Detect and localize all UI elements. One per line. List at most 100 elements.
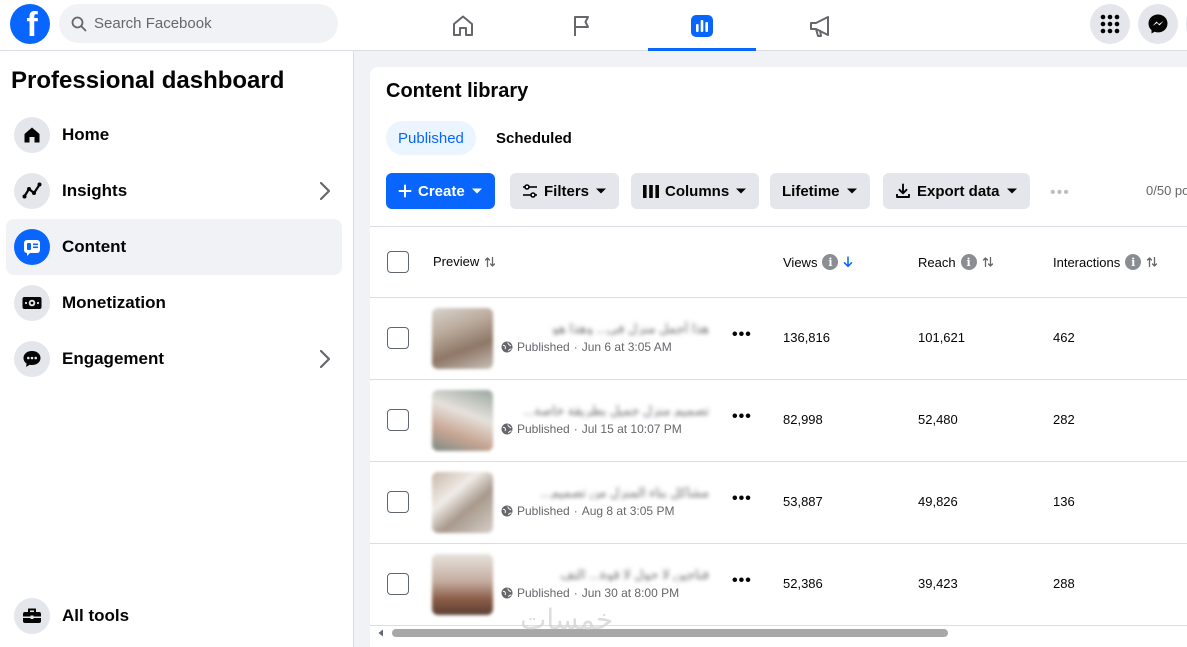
sidebar-title: Professional dashboard (11, 67, 285, 94)
filters-button[interactable]: Filters (510, 173, 620, 209)
info-icon[interactable]: i (960, 254, 977, 270)
post-caption[interactable]: مشاكل بناء المنزل من تصميم... (504, 485, 709, 499)
row-more-button[interactable]: ••• (732, 326, 752, 344)
nav-tab-home[interactable] (409, 0, 517, 51)
sidebar-item-home[interactable]: Home (6, 107, 342, 163)
reach-value: 49,826 (918, 494, 958, 509)
sidebar-item-insights[interactable]: Insights (6, 163, 342, 219)
search-icon (71, 16, 87, 31)
globe-icon (501, 505, 513, 517)
meta-separator: · (573, 340, 578, 354)
nav-tab-pages[interactable] (528, 0, 636, 51)
sidebar-item-label: Engagement (62, 349, 165, 368)
row-checkbox[interactable] (387, 409, 409, 431)
interactions-value: 462 (1053, 330, 1075, 345)
plus-icon (398, 184, 412, 198)
messenger-button[interactable] (1138, 4, 1178, 44)
post-thumbnail[interactable] (432, 390, 493, 451)
post-status: Published (517, 586, 570, 600)
info-icon[interactable]: i (1125, 254, 1142, 270)
reach-value: 52,480 (918, 412, 958, 427)
chevron-right-icon (319, 349, 331, 369)
table-header: Preview Views i Reach i Interactions i (370, 226, 1187, 298)
download-icon (896, 183, 910, 198)
column-label: Views (783, 254, 818, 270)
money-icon (14, 285, 50, 321)
home-icon (14, 117, 50, 153)
views-value: 53,887 (783, 494, 823, 509)
flag-icon (574, 15, 589, 36)
post-thumbnail[interactable] (432, 472, 493, 533)
create-label: Create (418, 182, 465, 200)
sidebar-item-label: Content (62, 237, 127, 256)
tab-published[interactable]: Published (386, 121, 476, 155)
more-options-button[interactable]: ••• (1050, 184, 1070, 202)
create-button[interactable]: Create (386, 173, 495, 209)
sidebar-item-content[interactable]: Content (6, 219, 342, 275)
table-row[interactable]: هذا أجمل منزل في... وهذا هو Published · Ju… (370, 298, 1187, 380)
row-checkbox[interactable] (387, 327, 409, 349)
interactions-value: 136 (1053, 494, 1075, 509)
row-checkbox[interactable] (387, 573, 409, 595)
selection-count: 0/50 po (1146, 183, 1187, 198)
tab-scheduled[interactable]: Scheduled (484, 121, 584, 155)
column-header-interactions[interactable]: Interactions i (1053, 254, 1158, 270)
reach-value: 101,621 (918, 330, 965, 345)
row-checkbox[interactable] (387, 491, 409, 513)
select-all-checkbox[interactable] (387, 251, 409, 273)
table-row[interactable]: فناجين لا حول لا قوة... التف Published · J… (370, 544, 1187, 626)
facebook-logo-icon[interactable]: f (10, 4, 50, 44)
post-date: Jun 30 at 8:00 PM (581, 586, 680, 600)
caret-down-icon (596, 188, 607, 194)
post-caption[interactable]: تصميم منزل جميل بطريقة خاصة... (504, 403, 709, 417)
table-row[interactable]: تصميم منزل جميل بطريقة خاصة... Published… (370, 380, 1187, 462)
scrollbar-thumb[interactable] (392, 629, 948, 637)
sidebar-item-label: Insights (62, 181, 128, 200)
sidebar-item-engagement[interactable]: Engagement (6, 331, 342, 387)
column-header-views[interactable]: Views i (783, 254, 853, 270)
messenger-icon (1148, 14, 1168, 34)
insights-icon (14, 173, 50, 209)
sort-icon (982, 256, 993, 268)
info-icon[interactable]: i (822, 254, 839, 270)
column-label: Preview (433, 254, 480, 269)
watermark-text: خمسات (520, 603, 614, 636)
export-data-button[interactable]: Export data (883, 173, 1030, 209)
menu-button[interactable] (1090, 4, 1130, 44)
search-input[interactable] (94, 15, 324, 32)
nav-tab-dashboard[interactable] (648, 0, 756, 51)
sidebar-item-all-tools[interactable]: All tools (6, 588, 342, 644)
horizontal-scrollbar[interactable] (370, 626, 1187, 640)
columns-icon (643, 184, 659, 198)
post-caption[interactable]: فناجين لا حول لا قوة... التف (504, 567, 709, 581)
table-row[interactable]: مشاكل بناء المنزل من تصميم... Published ·… (370, 462, 1187, 544)
row-more-button[interactable]: ••• (732, 490, 752, 508)
caret-down-icon (736, 188, 747, 194)
post-thumbnail[interactable] (432, 308, 493, 369)
column-header-preview[interactable]: Preview (433, 254, 496, 269)
top-bar: f (0, 0, 1187, 51)
row-more-button[interactable]: ••• (732, 572, 752, 590)
sidebar-item-label: Monetization (62, 293, 166, 312)
scroll-left-icon[interactable] (377, 629, 385, 637)
globe-icon (501, 587, 513, 599)
row-more-button[interactable]: ••• (732, 408, 752, 426)
column-label: Interactions (1053, 254, 1121, 270)
post-date: Jun 6 at 3:05 AM (581, 340, 672, 354)
sidebar-item-monetization[interactable]: Monetization (6, 275, 342, 331)
sort-icon (1147, 256, 1158, 268)
column-label: Reach (918, 254, 956, 270)
views-value: 52,386 (783, 576, 823, 591)
post-thumbnail[interactable] (432, 554, 493, 615)
columns-button[interactable]: Columns (631, 173, 760, 209)
reach-value: 39,423 (918, 576, 958, 591)
lifetime-dropdown[interactable]: Lifetime (770, 173, 870, 209)
post-caption[interactable]: هذا أجمل منزل في... وهذا هو (504, 321, 709, 335)
column-header-reach[interactable]: Reach i (918, 254, 994, 270)
dashboard-icon (691, 14, 713, 37)
meta-separator: · (573, 586, 578, 600)
columns-label: Columns (665, 182, 730, 200)
home-icon (453, 15, 473, 36)
nav-tab-ads[interactable] (767, 0, 875, 51)
search-box[interactable] (59, 4, 338, 43)
